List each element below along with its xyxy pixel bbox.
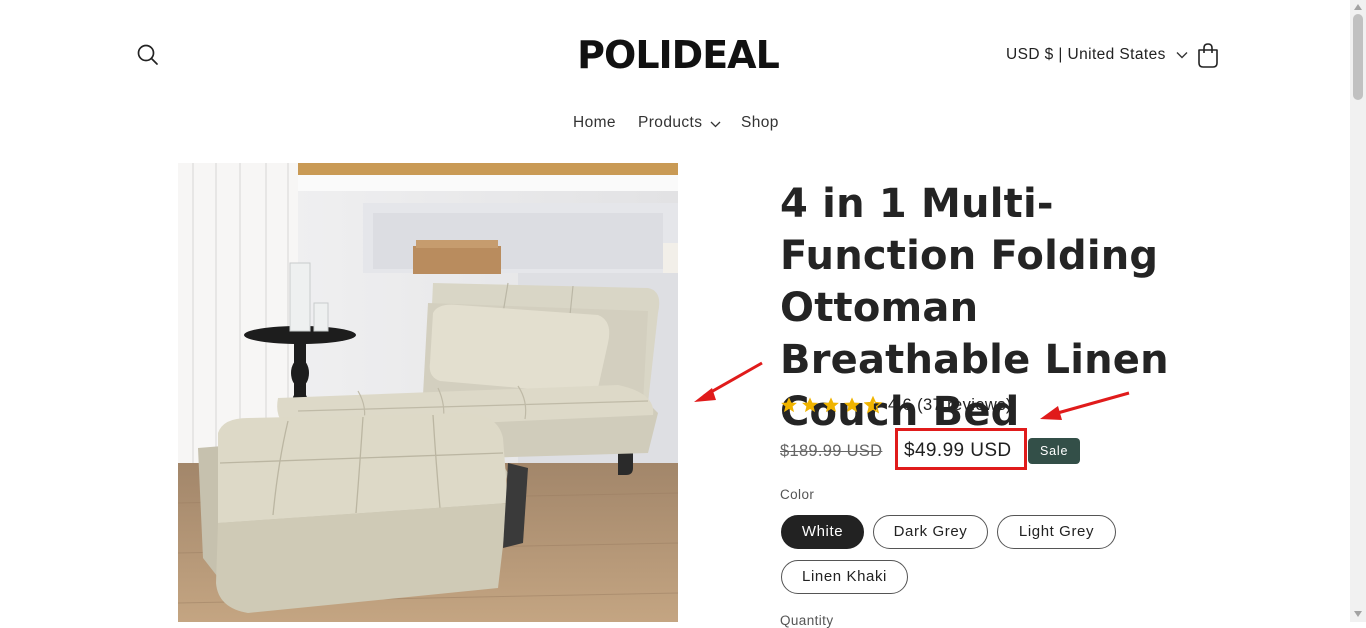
currency-selector[interactable]: USD $ | United States — [1006, 44, 1188, 66]
nav-home[interactable]: Home — [573, 114, 616, 132]
main-nav: Home Products Shop — [0, 114, 1350, 136]
star-half-icon — [864, 396, 882, 414]
chevron-down-icon — [710, 121, 721, 128]
nav-products[interactable]: Products — [638, 114, 702, 132]
color-option-dark-grey[interactable]: Dark Grey — [873, 515, 988, 549]
color-option-white[interactable]: White — [781, 515, 864, 549]
site-logo[interactable]: POLIDEAL — [568, 32, 788, 78]
sale-badge: Sale — [1028, 438, 1081, 464]
quantity-label: Quantity — [780, 613, 834, 628]
scroll-down-icon[interactable] — [1354, 611, 1362, 617]
rating-text[interactable]: 4.6 (37 reviews) — [888, 396, 1012, 415]
rating-stars — [780, 396, 882, 414]
nav-shop[interactable]: Shop — [741, 114, 779, 132]
star-icon — [781, 397, 797, 413]
scroll-up-icon[interactable] — [1354, 4, 1362, 10]
search-icon — [137, 44, 158, 65]
color-option-light-grey[interactable]: Light Grey — [997, 515, 1116, 549]
star-icon — [802, 397, 818, 413]
page-scrollbar[interactable] — [1350, 0, 1366, 622]
chevron-down-icon — [1176, 52, 1188, 59]
annotation-arrow-left — [694, 361, 763, 402]
search-button[interactable] — [135, 42, 161, 68]
star-icon — [823, 397, 839, 413]
product-image[interactable] — [178, 163, 678, 622]
cart-button[interactable] — [1195, 41, 1221, 69]
currency-label: USD $ | United States — [1006, 46, 1166, 63]
color-option-linen-khaki[interactable]: Linen Khaki — [781, 560, 908, 594]
star-icon — [844, 397, 860, 413]
sale-price: $49.99 USD — [904, 440, 1012, 461]
cart-icon — [1198, 43, 1218, 68]
color-label: Color — [780, 487, 815, 502]
product-rating[interactable]: 4.6 (37 reviews) — [780, 394, 1012, 416]
compare-price: $189.99 USD — [780, 442, 883, 460]
product-photo — [178, 163, 678, 622]
scrollbar-thumb[interactable] — [1353, 14, 1363, 100]
